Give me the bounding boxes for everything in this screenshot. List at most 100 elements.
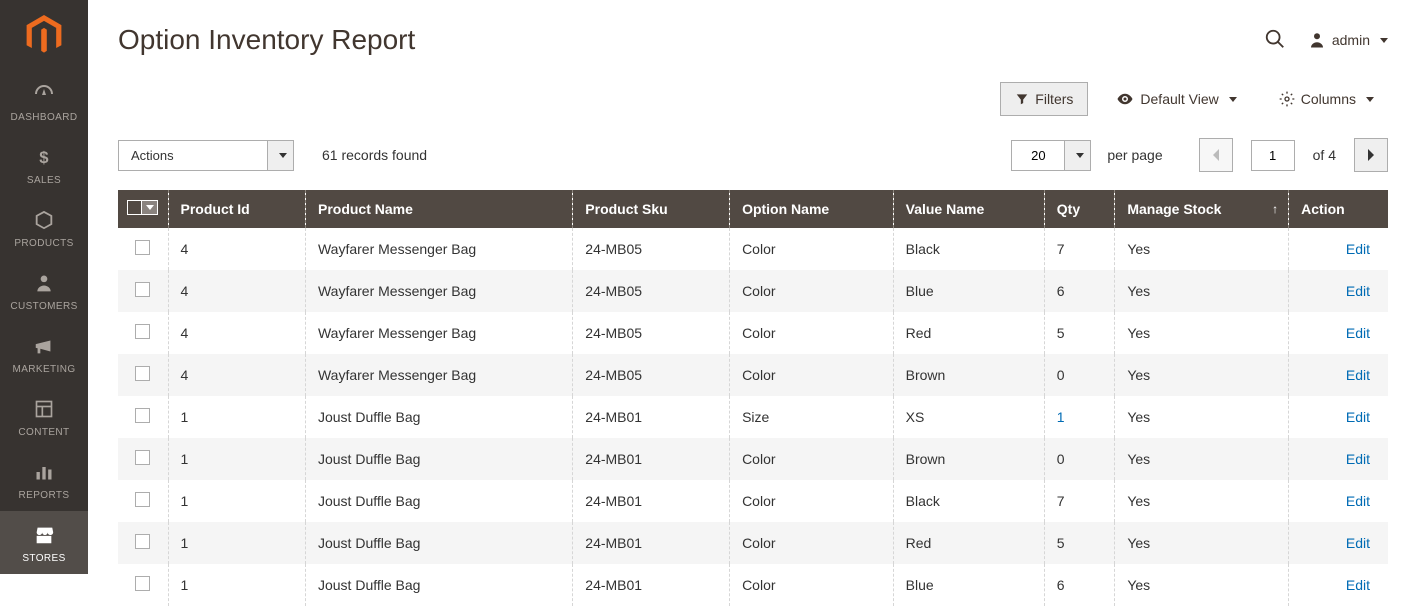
- sidebar-item-marketing[interactable]: MARKETING: [0, 322, 88, 385]
- row-checkbox[interactable]: [135, 366, 150, 381]
- cell-manage-stock: Yes: [1115, 312, 1289, 354]
- col-product-id[interactable]: Product Id: [168, 190, 305, 228]
- row-checkbox[interactable]: [135, 324, 150, 339]
- edit-link[interactable]: Edit: [1346, 325, 1370, 341]
- cell-value-name: Red: [893, 312, 1044, 354]
- cell-manage-stock: Yes: [1115, 396, 1289, 438]
- columns-button[interactable]: Columns: [1265, 83, 1388, 115]
- page-of-label: of 4: [1313, 147, 1336, 163]
- user-name: admin: [1332, 32, 1370, 48]
- cell-option-name: Color: [730, 438, 894, 480]
- sidebar-item-products[interactable]: PRODUCTS: [0, 196, 88, 259]
- sidebar-item-reports[interactable]: REPORTS: [0, 448, 88, 511]
- sidebar-label: PRODUCTS: [14, 238, 73, 249]
- sidebar-label: DASHBOARD: [11, 112, 78, 123]
- cell-qty: 5: [1044, 522, 1115, 564]
- page-title: Option Inventory Report: [118, 24, 415, 56]
- filters-label: Filters: [1035, 91, 1073, 107]
- cell-product-id: 4: [168, 312, 305, 354]
- grid-controls: Actions 61 records found per page of 4: [118, 130, 1388, 190]
- search-button[interactable]: [1264, 28, 1286, 53]
- default-view-button[interactable]: Default View: [1102, 82, 1250, 116]
- cell-product-sku: 24-MB01: [573, 522, 730, 564]
- sidebar-item-stores[interactable]: STORES: [0, 511, 88, 574]
- table-row: 4Wayfarer Messenger Bag24-MB05ColorBrown…: [118, 354, 1388, 396]
- chevron-left-icon: [1211, 149, 1221, 161]
- edit-link[interactable]: Edit: [1346, 535, 1370, 551]
- sidebar-item-sales[interactable]: $ SALES: [0, 133, 88, 196]
- edit-link[interactable]: Edit: [1346, 577, 1370, 593]
- row-checkbox[interactable]: [135, 282, 150, 297]
- cell-product-id: 1: [168, 396, 305, 438]
- table-row: 4Wayfarer Messenger Bag24-MB05ColorRed5Y…: [118, 312, 1388, 354]
- per-page-input[interactable]: [1011, 140, 1065, 171]
- default-view-label: Default View: [1140, 91, 1218, 107]
- row-checkbox[interactable]: [135, 408, 150, 423]
- actions-dropdown[interactable]: Actions: [118, 140, 294, 171]
- cell-product-sku: 24-MB01: [573, 480, 730, 522]
- next-page-button[interactable]: [1354, 138, 1388, 172]
- qty-link[interactable]: 1: [1057, 409, 1065, 425]
- cell-product-sku: 24-MB01: [573, 564, 730, 606]
- sidebar-item-customers[interactable]: CUSTOMERS: [0, 259, 88, 322]
- person-icon: [30, 269, 58, 297]
- row-checkbox[interactable]: [135, 492, 150, 507]
- row-checkbox[interactable]: [135, 576, 150, 591]
- cell-product-sku: 24-MB05: [573, 228, 730, 270]
- cell-product-sku: 24-MB01: [573, 396, 730, 438]
- cell-option-name: Color: [730, 354, 894, 396]
- edit-link[interactable]: Edit: [1346, 283, 1370, 299]
- actions-caret[interactable]: [268, 140, 294, 171]
- cell-qty: 7: [1044, 228, 1115, 270]
- megaphone-icon: [30, 332, 58, 360]
- row-checkbox[interactable]: [135, 240, 150, 255]
- cell-value-name: Black: [893, 228, 1044, 270]
- col-product-sku[interactable]: Product Sku: [573, 190, 730, 228]
- cell-value-name: Black: [893, 480, 1044, 522]
- cell-product-name: Joust Duffle Bag: [305, 522, 572, 564]
- sidebar-item-dashboard[interactable]: DASHBOARD: [0, 70, 88, 133]
- store-icon: [30, 521, 58, 549]
- select-all-control[interactable]: [127, 200, 158, 215]
- cell-option-name: Color: [730, 270, 894, 312]
- cell-product-name: Wayfarer Messenger Bag: [305, 312, 572, 354]
- edit-link[interactable]: Edit: [1346, 451, 1370, 467]
- cell-value-name: Blue: [893, 564, 1044, 606]
- per-page-caret[interactable]: [1065, 140, 1091, 171]
- table-row: 1Joust Duffle Bag24-MB01ColorBlue6YesEdi…: [118, 564, 1388, 606]
- current-page-input[interactable]: [1251, 140, 1295, 171]
- col-manage-stock[interactable]: Manage Stock↑: [1115, 190, 1289, 228]
- chevron-right-icon: [1366, 149, 1376, 161]
- row-checkbox[interactable]: [135, 450, 150, 465]
- edit-link[interactable]: Edit: [1346, 493, 1370, 509]
- user-dropdown[interactable]: admin: [1308, 31, 1388, 49]
- col-qty[interactable]: Qty: [1044, 190, 1115, 228]
- edit-link[interactable]: Edit: [1346, 367, 1370, 383]
- cell-action: Edit: [1289, 354, 1388, 396]
- col-option-name[interactable]: Option Name: [730, 190, 894, 228]
- gear-icon: [1279, 91, 1295, 107]
- cell-product-id: 4: [168, 270, 305, 312]
- cell-action: Edit: [1289, 564, 1388, 606]
- bar-chart-icon: [30, 458, 58, 486]
- cell-option-name: Color: [730, 228, 894, 270]
- cell-option-name: Size: [730, 396, 894, 438]
- edit-link[interactable]: Edit: [1346, 409, 1370, 425]
- cell-action: Edit: [1289, 480, 1388, 522]
- edit-link[interactable]: Edit: [1346, 241, 1370, 257]
- caret-down-icon: [1380, 38, 1388, 43]
- col-value-name[interactable]: Value Name: [893, 190, 1044, 228]
- prev-page-button[interactable]: [1199, 138, 1233, 172]
- grid-toolbar: Filters Default View Columns: [118, 74, 1388, 130]
- filters-button[interactable]: Filters: [1000, 82, 1088, 116]
- select-all-checkbox[interactable]: [127, 200, 142, 215]
- sidebar-item-content[interactable]: CONTENT: [0, 385, 88, 448]
- col-product-name[interactable]: Product Name: [305, 190, 572, 228]
- magento-logo[interactable]: [0, 0, 88, 70]
- cell-option-name: Color: [730, 312, 894, 354]
- select-all-caret[interactable]: [142, 200, 158, 215]
- cell-manage-stock: Yes: [1115, 522, 1289, 564]
- cell-product-id: 1: [168, 438, 305, 480]
- row-checkbox[interactable]: [135, 534, 150, 549]
- cell-product-sku: 24-MB01: [573, 438, 730, 480]
